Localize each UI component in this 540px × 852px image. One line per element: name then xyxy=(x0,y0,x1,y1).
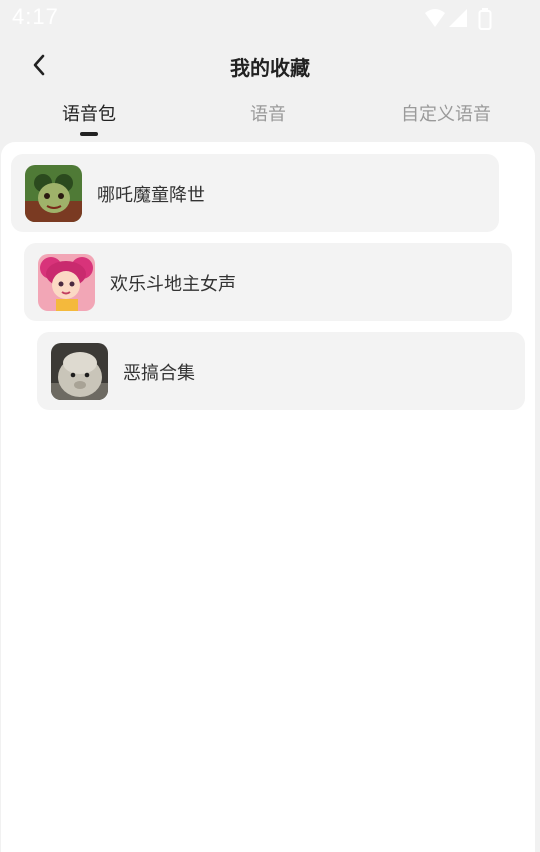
tab-custom-voice[interactable]: 自定义语音 xyxy=(401,100,491,126)
alpaca-thumbnail xyxy=(51,343,108,400)
favorite-item-label: 欢乐斗地主女声 xyxy=(110,274,236,295)
favorite-item-spoof-collection[interactable]: 恶搞合集 xyxy=(37,332,525,410)
wifi-icon xyxy=(425,9,445,27)
signal-icon xyxy=(449,9,467,27)
status-bar: 4:17 xyxy=(0,0,540,36)
battery-icon xyxy=(478,8,492,30)
active-tab-indicator xyxy=(80,132,98,136)
cartoon-girl-thumbnail xyxy=(38,254,95,311)
tab-voice-pack[interactable]: 语音包 xyxy=(62,100,116,126)
page-title: 我的收藏 xyxy=(230,56,310,80)
favorite-item-label: 哪吒魔童降世 xyxy=(97,185,205,206)
favorites-list: 哪吒魔童降世 欢乐斗地主女声 恶搞合集 xyxy=(1,142,535,852)
status-time: 4:17 xyxy=(12,4,59,29)
nezha-thumbnail xyxy=(25,165,82,222)
tab-voice[interactable]: 语音 xyxy=(250,100,286,126)
status-icons xyxy=(424,8,494,30)
nav-bar: 我的收藏 xyxy=(0,40,540,92)
favorite-item-landlord-female[interactable]: 欢乐斗地主女声 xyxy=(24,243,512,321)
favorite-item-label: 恶搞合集 xyxy=(123,363,195,384)
favorite-item-nezha[interactable]: 哪吒魔童降世 xyxy=(11,154,499,232)
tab-bar: 语音包 语音 自定义语音 xyxy=(0,96,540,140)
